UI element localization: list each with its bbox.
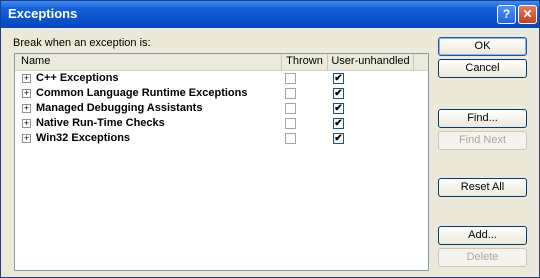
reset-all-button[interactable]: Reset All [438,178,527,197]
help-button[interactable]: ? [497,5,516,24]
expand-icon[interactable]: + [22,74,31,83]
exceptions-dialog: Exceptions ? ✕ Break when an exception i… [0,0,540,278]
exception-row[interactable]: + Managed Debugging Assistants ✔ [15,101,428,116]
exceptions-list[interactable]: Name Thrown User-unhandled + C++ Excepti… [14,53,429,271]
thrown-checkbox[interactable] [285,73,296,84]
list-header: Name Thrown User-unhandled [15,54,428,71]
user-unhandled-checkbox[interactable]: ✔ [333,133,344,144]
expand-icon[interactable]: + [22,134,31,143]
exception-row[interactable]: + Common Language Runtime Exceptions ✔ [15,86,428,101]
expand-icon[interactable]: + [22,119,31,128]
thrown-checkbox[interactable] [285,118,296,129]
ok-button[interactable]: OK [438,37,527,56]
user-unhandled-checkbox[interactable]: ✔ [333,88,344,99]
thrown-checkbox[interactable] [285,88,296,99]
cancel-button[interactable]: Cancel [438,59,527,78]
title-bar[interactable]: Exceptions ? ✕ [1,1,539,28]
user-unhandled-checkbox[interactable]: ✔ [333,118,344,129]
exception-row[interactable]: + Win32 Exceptions ✔ [15,131,428,146]
exception-row[interactable]: + Native Run-Time Checks ✔ [15,116,428,131]
column-header-thrown[interactable]: Thrown [282,54,328,70]
thrown-checkbox[interactable] [285,103,296,114]
user-unhandled-checkbox[interactable]: ✔ [333,103,344,114]
exception-row[interactable]: + C++ Exceptions ✔ [15,71,428,86]
break-label: Break when an exception is: [13,37,151,49]
expand-icon[interactable]: + [22,89,31,98]
find-next-button[interactable]: Find Next [438,131,527,150]
column-header-name[interactable]: Name [15,54,282,70]
exception-label: C++ Exceptions [36,72,119,84]
exception-label: Native Run-Time Checks [36,117,165,129]
user-unhandled-checkbox[interactable]: ✔ [333,73,344,84]
close-button[interactable]: ✕ [518,5,537,24]
add-button[interactable]: Add... [438,226,527,245]
exception-label: Managed Debugging Assistants [36,102,203,114]
window-title: Exceptions [8,6,78,21]
find-button[interactable]: Find... [438,109,527,128]
column-header-user-unhandled[interactable]: User-unhandled [328,54,414,70]
exception-label: Common Language Runtime Exceptions [36,87,248,99]
exception-label: Win32 Exceptions [36,132,131,144]
expand-icon[interactable]: + [22,104,31,113]
thrown-checkbox[interactable] [285,133,296,144]
delete-button[interactable]: Delete [438,248,527,267]
